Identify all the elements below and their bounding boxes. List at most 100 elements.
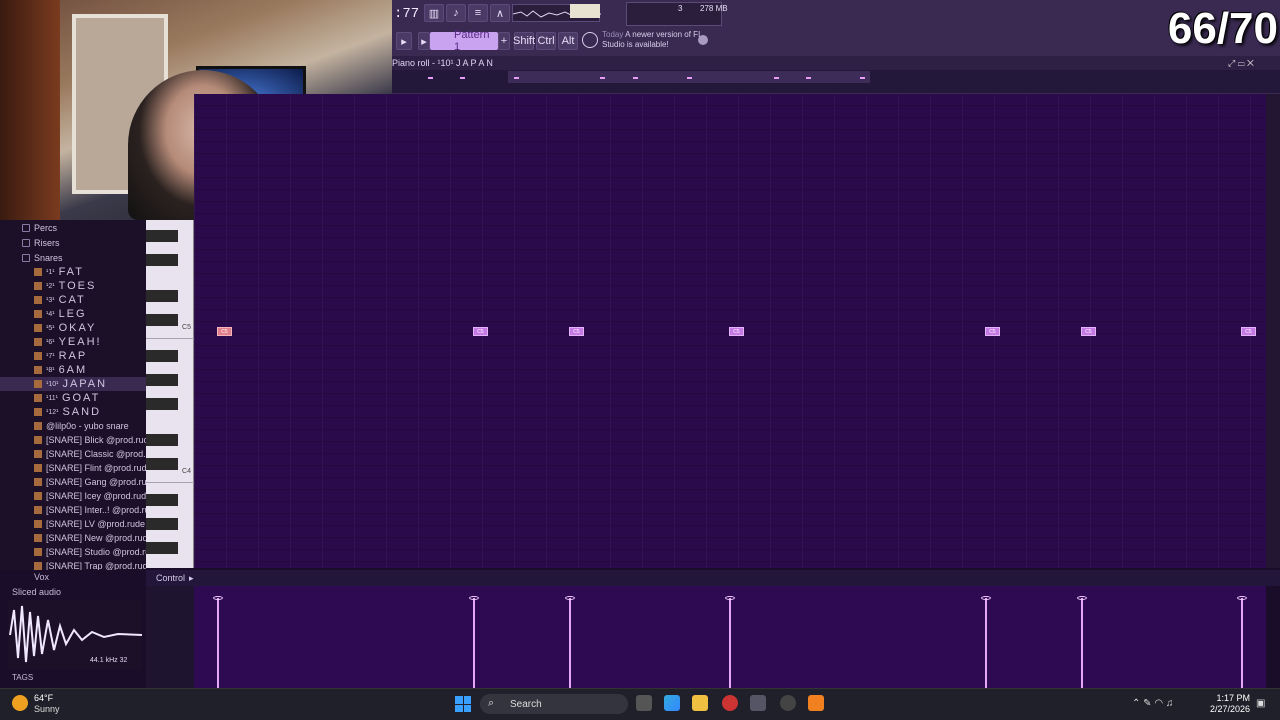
velocity-handle[interactable] — [1077, 596, 1087, 600]
start-icon[interactable] — [455, 696, 471, 712]
sample-item[interactable]: [SNARE] Icey @prod.rude — [0, 489, 146, 503]
black-key[interactable] — [146, 254, 178, 266]
tags-label[interactable]: TAGS — [12, 673, 33, 682]
snare-item[interactable]: ¹5¹ OKAY — [0, 321, 146, 335]
note[interactable]: C5 — [1081, 327, 1096, 336]
browser-folder[interactable]: Snares — [0, 250, 146, 265]
alt-button[interactable]: Alt — [558, 32, 578, 50]
snare-item[interactable]: ¹10¹ JAPAN — [0, 377, 146, 391]
snare-item[interactable]: ¹8¹ 6AM — [0, 363, 146, 377]
control-bar[interactable]: Control ▸ — [146, 570, 1280, 586]
add-pattern-icon[interactable]: + — [498, 32, 510, 50]
sample-item[interactable]: [SNARE] New @prod.rude — [0, 531, 146, 545]
taskbar-search[interactable]: ⌕ Search — [480, 694, 628, 714]
note[interactable]: C5 — [569, 327, 584, 336]
shift-button[interactable]: Shift — [513, 32, 535, 50]
control-arrow-icon[interactable]: ▸ — [189, 573, 194, 584]
black-key[interactable] — [146, 230, 178, 242]
sample-item[interactable]: [SNARE] Gang @prod.rude — [0, 475, 146, 489]
velocity-bar[interactable] — [729, 598, 731, 688]
store-icon[interactable] — [750, 695, 766, 711]
sliced-audio-label[interactable]: Sliced audio — [0, 587, 146, 601]
sample-item[interactable]: [SNARE] Inter..! @prod.rude — [0, 503, 146, 517]
control-label[interactable]: Control — [156, 573, 185, 583]
opera-icon[interactable] — [722, 695, 738, 711]
sample-item[interactable]: [SNARE] Classic @prod.rude — [0, 447, 146, 461]
ctrl-button[interactable]: Ctrl — [536, 32, 556, 50]
velocity-bar[interactable] — [569, 598, 571, 688]
black-key[interactable] — [146, 374, 178, 386]
tempo-icon[interactable]: ∧ — [490, 4, 510, 22]
note[interactable]: C5 — [985, 327, 1000, 336]
browser-folder-vox[interactable]: Vox — [0, 572, 146, 586]
snare-item[interactable]: ¹7¹ RAP — [0, 349, 146, 363]
snare-item[interactable]: ¹11¹ GOAT — [0, 391, 146, 405]
tray-icons[interactable]: ⌃ ✎ ◠ ♫ — [1132, 698, 1173, 709]
sample-item[interactable]: [SNARE] Flint @prod.rude — [0, 461, 146, 475]
black-key[interactable] — [146, 434, 178, 446]
fl-studio-icon[interactable] — [808, 695, 824, 711]
black-key[interactable] — [146, 542, 178, 554]
clock-date[interactable]: 2/27/2026 — [1210, 704, 1250, 714]
news-icon[interactable] — [582, 32, 598, 48]
snare-item[interactable]: ¹6¹ YEAH! — [0, 335, 146, 349]
pattern-selector[interactable]: Pattern 1 — [430, 29, 498, 53]
master-volume-meter[interactable] — [570, 4, 600, 18]
note[interactable]: C5 — [473, 327, 488, 336]
weather-temp[interactable]: 64°F — [34, 693, 53, 703]
menu-arrow-icon[interactable]: ▸ — [396, 32, 412, 50]
window-controls[interactable]: ⤢ ▭ ✕ — [1228, 58, 1254, 69]
velocity-bar[interactable] — [217, 598, 219, 688]
velocity-handle[interactable] — [213, 596, 223, 600]
snare-item[interactable]: ¹4¹ LEG — [0, 307, 146, 321]
edge-icon[interactable] — [664, 695, 680, 711]
obs-icon[interactable] — [780, 695, 796, 711]
black-key[interactable] — [146, 350, 178, 362]
velocity-handle[interactable] — [1237, 596, 1247, 600]
sample-item[interactable]: [SNARE] Studio @prod.rude — [0, 545, 146, 559]
pattern-prev-icon[interactable]: ▸ — [418, 32, 430, 50]
snare-item[interactable]: ¹2¹ TOES — [0, 279, 146, 293]
black-key[interactable] — [146, 398, 178, 410]
snare-item[interactable]: ¹3¹ CAT — [0, 293, 146, 307]
velocity-handle[interactable] — [725, 596, 735, 600]
notification-icon[interactable]: ▣ — [1256, 698, 1265, 709]
news-panel[interactable]: Today A newer version of FL Studio is av… — [602, 30, 712, 50]
velocity-handle[interactable] — [469, 596, 479, 600]
velocity-handle[interactable] — [981, 596, 991, 600]
globe-icon[interactable] — [698, 35, 708, 45]
velocity-bar[interactable] — [473, 598, 475, 688]
sample-name: [SNARE] LV @prod.rude — [46, 519, 146, 529]
task-view-icon[interactable] — [636, 695, 652, 711]
browser-folder[interactable]: Percs — [0, 220, 146, 235]
snare-item[interactable]: ¹1¹ FAT — [0, 265, 146, 279]
sample-item[interactable]: [SNARE] LV @prod.rude — [0, 517, 146, 531]
black-key[interactable] — [146, 494, 178, 506]
browser-folder[interactable]: Risers — [0, 235, 146, 250]
channel-rack-icon[interactable]: ♪ — [446, 4, 466, 22]
sample-item[interactable]: @lilp0o - yubo snare — [0, 419, 146, 433]
sample-item[interactable]: [SNARE] Blick @prod.rude — [0, 433, 146, 447]
velocity-bar[interactable] — [985, 598, 987, 688]
black-key[interactable] — [146, 314, 178, 326]
file-explorer-icon[interactable] — [692, 695, 708, 711]
sample-item[interactable]: [SNARE] Trap @prod.rude — [0, 559, 146, 570]
clock-time[interactable]: 1:17 PM — [1216, 693, 1250, 703]
note[interactable]: C5 — [217, 327, 232, 336]
velocity-handle[interactable] — [565, 596, 575, 600]
mixer-icon[interactable]: ≡ — [468, 4, 488, 22]
note[interactable]: C5 — [1241, 327, 1256, 336]
vertical-scrollbar[interactable] — [1266, 94, 1280, 568]
weather-desc[interactable]: Sunny — [34, 704, 60, 714]
black-key[interactable] — [146, 458, 178, 470]
piano-keyboard[interactable]: C5 C4 — [146, 220, 194, 568]
note[interactable]: C5 — [729, 327, 744, 336]
velocity-bar[interactable] — [1081, 598, 1083, 688]
weather-icon[interactable] — [12, 695, 28, 711]
black-key[interactable] — [146, 290, 178, 302]
search-icon: ⌕ — [488, 697, 495, 709]
piano-roll-icon[interactable]: ▥ — [424, 4, 444, 22]
velocity-bar[interactable] — [1241, 598, 1243, 688]
black-key[interactable] — [146, 518, 178, 530]
snare-item[interactable]: ¹12¹ SAND — [0, 405, 146, 419]
